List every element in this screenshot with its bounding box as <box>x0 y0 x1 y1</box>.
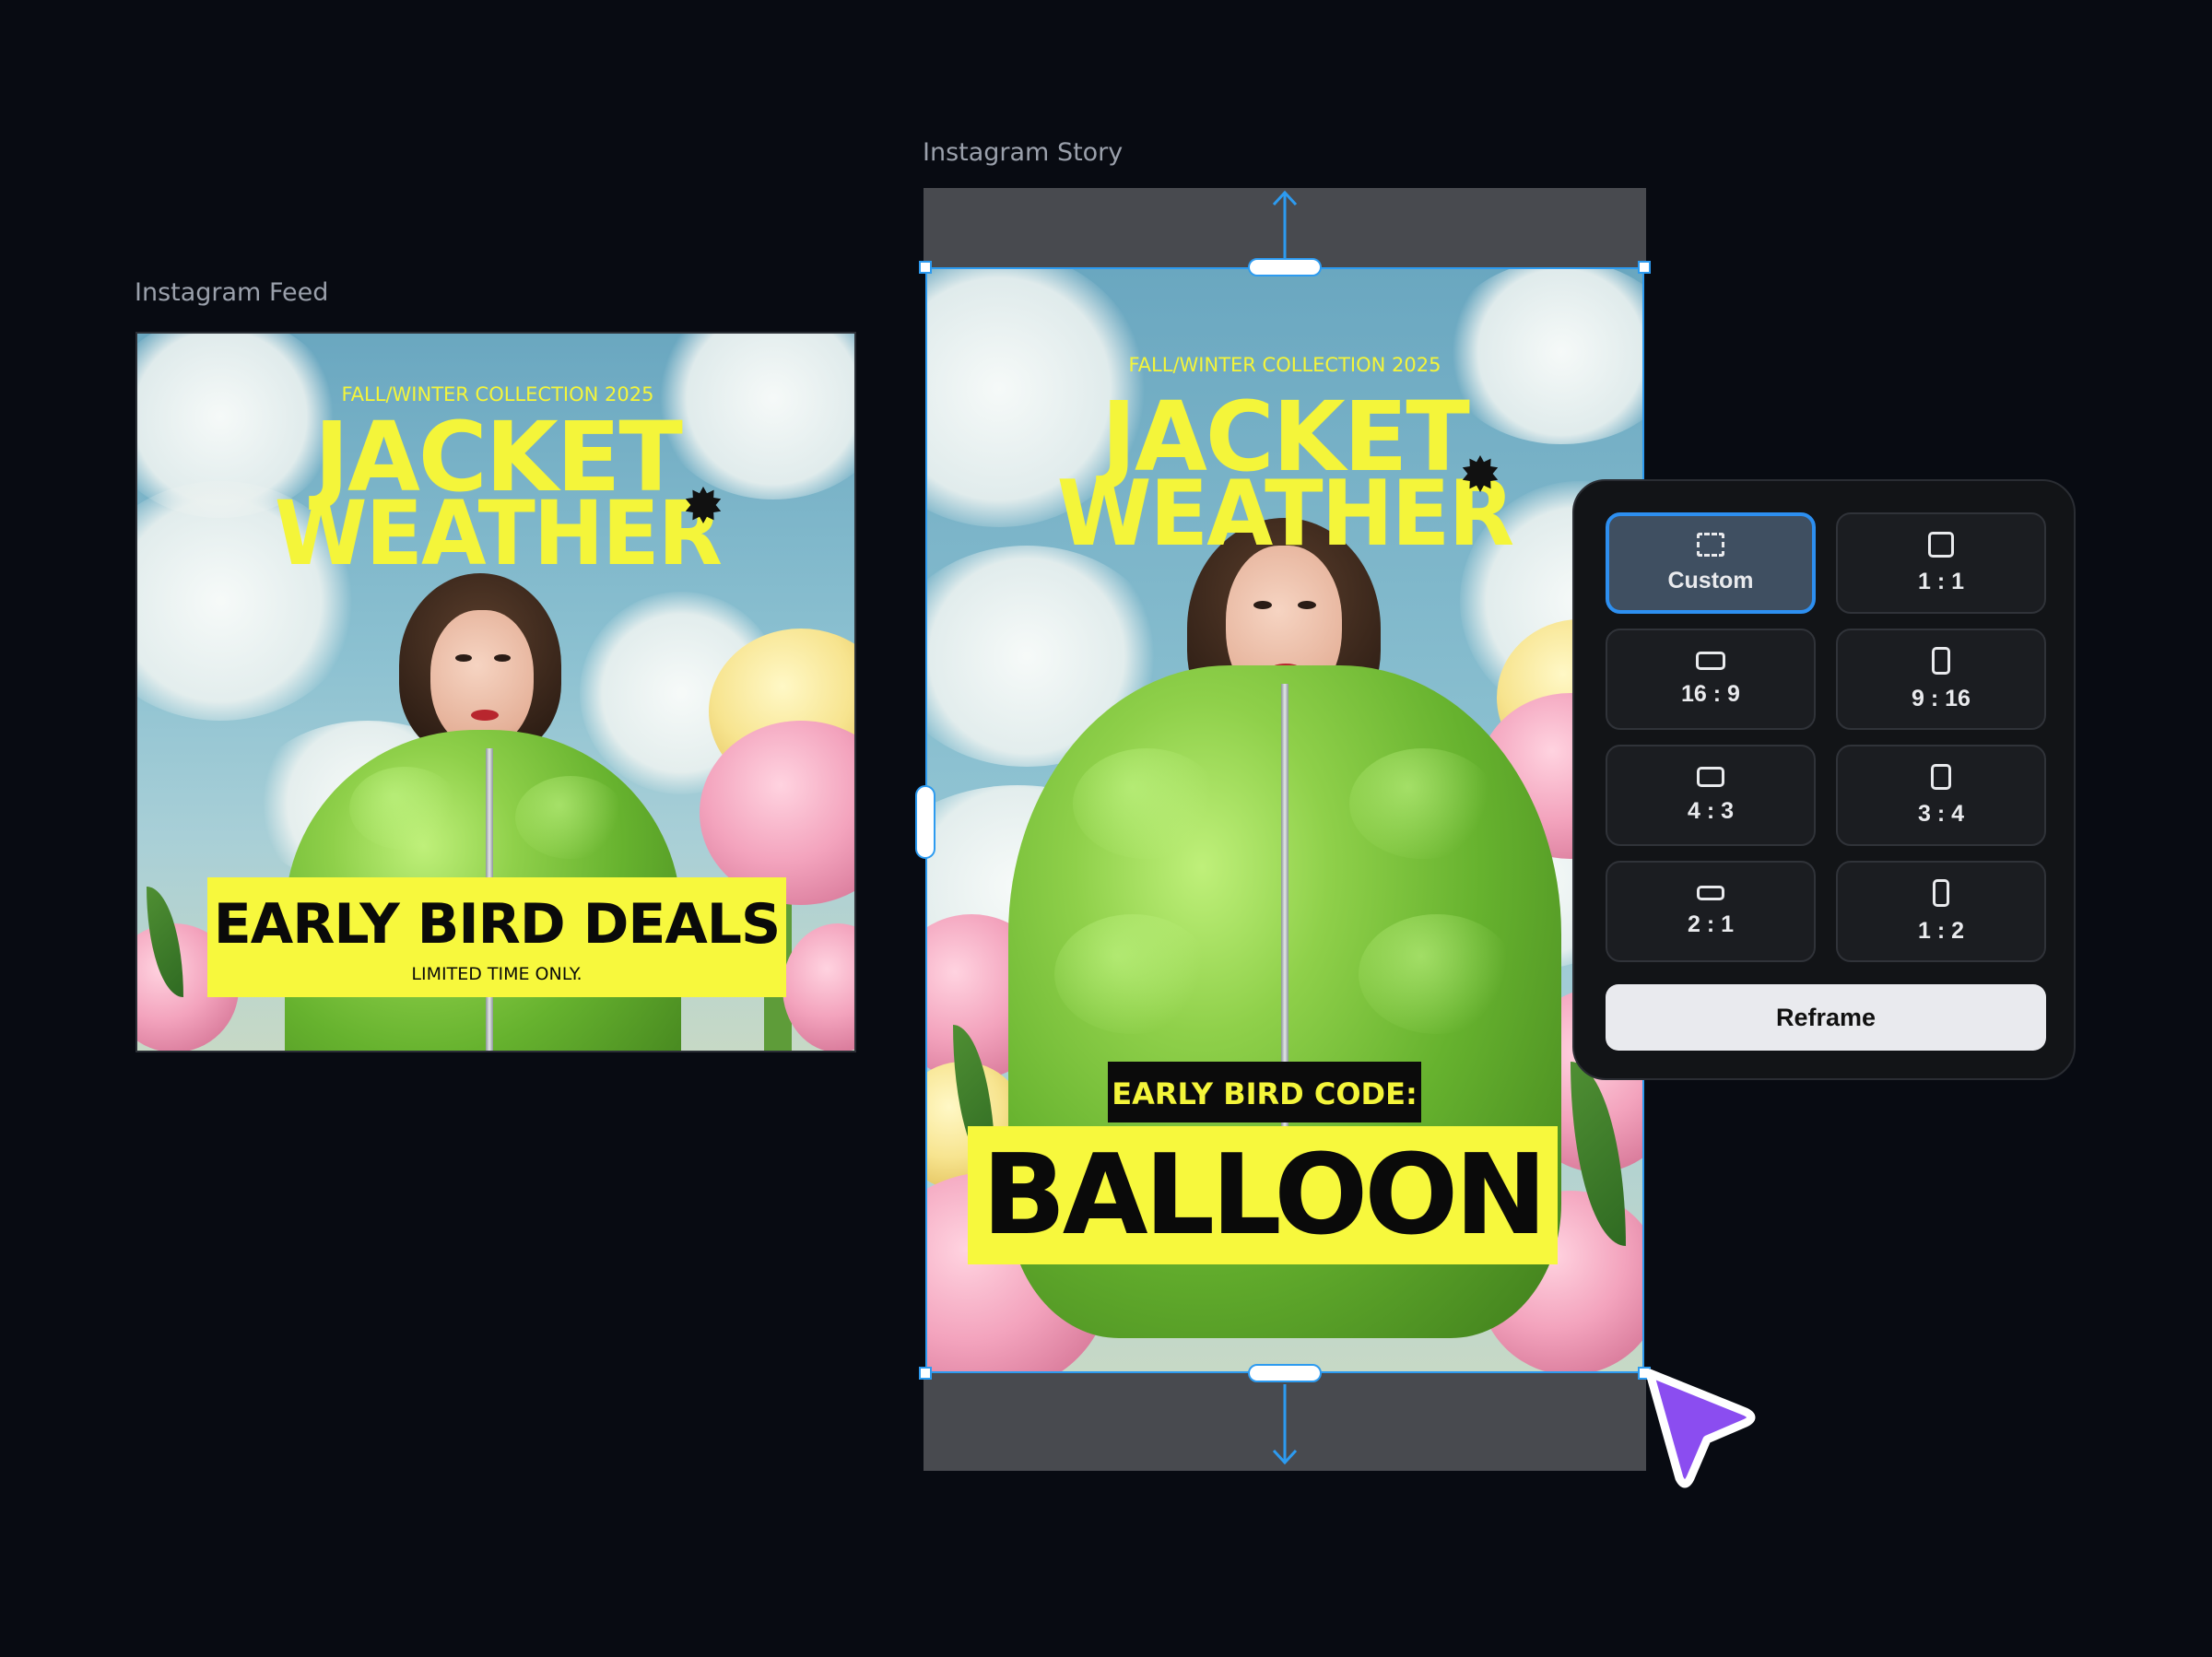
portrait-1-2-icon <box>1933 878 1949 907</box>
landscape-16-9-icon <box>1696 651 1725 670</box>
aspect-option-label: 16 : 9 <box>1681 680 1740 707</box>
resize-handle-bottom-left[interactable] <box>919 1367 932 1380</box>
story-frame-label[interactable]: Instagram Story <box>923 138 1123 167</box>
feed-artwork[interactable]: FALL/WINTER COLLECTION 2025 JACKET WEATH… <box>135 332 856 1052</box>
landscape-2-1-icon <box>1697 885 1724 900</box>
aspect-option-label: 9 : 16 <box>1912 685 1971 711</box>
aspect-option-9-16[interactable]: 9 : 16 <box>1836 629 2046 730</box>
reframe-button[interactable]: Reframe <box>1606 984 2046 1051</box>
aspect-option-custom[interactable]: Custom <box>1606 512 1816 614</box>
aspect-option-label: 1 : 2 <box>1917 917 1965 944</box>
aspect-option-label: 1 : 1 <box>1917 568 1965 594</box>
resize-handle-top-left[interactable] <box>919 261 932 274</box>
extend-down-arrow-icon <box>1272 1384 1298 1465</box>
square-icon <box>1928 531 1954 558</box>
aspect-option-1-1[interactable]: 1 : 1 <box>1836 512 2046 614</box>
aspect-option-label: 4 : 3 <box>1687 797 1735 824</box>
aspect-option-16-9[interactable]: 16 : 9 <box>1606 629 1816 730</box>
feed-banner-headline: EARLY BIRD DEALS <box>213 892 781 957</box>
feed-title-line2: WEATHER <box>274 482 723 585</box>
aspect-option-label: 3 : 4 <box>1917 800 1965 827</box>
pointer-cursor-icon <box>1645 1369 1756 1488</box>
extend-up-arrow-icon <box>1272 190 1298 260</box>
portrait-3-4-icon <box>1931 763 1951 790</box>
resize-handle-top-right[interactable] <box>1638 261 1651 274</box>
aspect-option-3-4[interactable]: 3 : 4 <box>1836 745 2046 846</box>
landscape-4-3-icon <box>1697 766 1724 787</box>
aspect-option-2-1[interactable]: 2 : 1 <box>1606 861 1816 962</box>
aspect-option-1-2[interactable]: 1 : 2 <box>1836 861 2046 962</box>
dashed-frame-icon <box>1697 532 1724 557</box>
aspect-option-4-3[interactable]: 4 : 3 <box>1606 745 1816 846</box>
selection-outline <box>925 267 1644 1373</box>
aspect-ratio-panel: Custom 1 : 1 16 : 9 9 : 16 4 : 3 3 : 4 2… <box>1572 479 2076 1080</box>
portrait-9-16-icon <box>1932 646 1950 675</box>
feed-banner: EARLY BIRD DEALS LIMITED TIME ONLY. <box>207 877 786 997</box>
aspect-option-label: 2 : 1 <box>1687 911 1735 937</box>
feed-banner-subline: LIMITED TIME ONLY. <box>411 964 582 984</box>
resize-handle-left[interactable] <box>915 785 935 859</box>
aspect-option-label: Custom <box>1667 567 1754 593</box>
feed-frame-label[interactable]: Instagram Feed <box>135 278 328 307</box>
resize-handle-bottom[interactable] <box>1248 1364 1322 1382</box>
